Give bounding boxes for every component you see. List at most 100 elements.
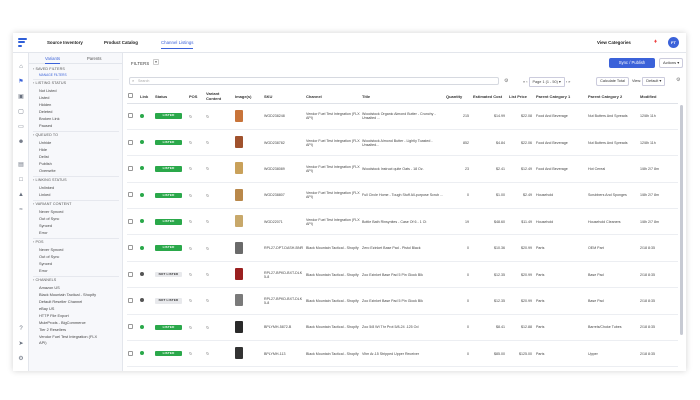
product-thumbnail[interactable]	[234, 208, 263, 236]
col-parent-category-2[interactable]: Parent Category 2	[587, 90, 639, 104]
filter-vc-error[interactable]: Error	[39, 230, 48, 235]
variant-content-sync-icon[interactable]: ↻	[205, 155, 234, 183]
col-list-price[interactable]: List Price	[508, 90, 535, 104]
tab-product-catalog[interactable]: Product Catalog	[104, 40, 138, 45]
filter-publish[interactable]: Publish	[39, 161, 52, 166]
product-thumbnail[interactable]	[234, 129, 263, 157]
filter-channel-default-reseller[interactable]: Default Reseller Channel	[39, 299, 82, 304]
filter-unhide[interactable]: Unhide	[39, 140, 51, 145]
product-thumbnail[interactable]	[234, 340, 263, 368]
manage-filters-link[interactable]: MANAGE FILTERS	[39, 73, 67, 77]
product-thumbnail[interactable]	[234, 287, 263, 315]
variant-content-sync-icon[interactable]: ↻	[205, 314, 234, 342]
variant-content-sync-icon[interactable]: ↻	[205, 182, 234, 210]
row-checkbox[interactable]	[127, 155, 139, 183]
filter-channel-black-mountain[interactable]: Black Mountain Tactical - Shopify	[39, 292, 96, 297]
col-status[interactable]: Status	[154, 90, 188, 104]
table-row[interactable]: LISTED ↻ ↻ WGD22071 Vendor Fuel Test Integra…	[127, 208, 678, 236]
channels-heading[interactable]: › CHANNELS	[33, 278, 56, 282]
pos-sync-icon[interactable]: ↻	[188, 155, 205, 183]
help-icon[interactable]: ?	[17, 326, 25, 333]
filter-hide[interactable]: Hide	[39, 147, 47, 152]
tab-channel-listings[interactable]: Channel Listings	[161, 40, 194, 49]
filter-vc-synced[interactable]: Synced	[39, 223, 52, 228]
table-row[interactable]: LISTED ↻ ↻ RPL27-DPT-DASH-BNR Black Mountain…	[127, 234, 678, 262]
filter-pos-error[interactable]: Error	[39, 268, 48, 273]
row-checkbox[interactable]	[127, 287, 139, 315]
pos-sync-icon[interactable]: ↻	[188, 314, 205, 342]
queued-to-heading[interactable]: › QUEUED TO	[33, 133, 58, 137]
search-input[interactable]: ⌕ Search	[129, 77, 499, 85]
row-checkbox[interactable]	[127, 261, 139, 289]
table-row[interactable]: LISTED ↻ ↻ WGD238807 Vendor Fuel Test Integr…	[127, 182, 678, 210]
settings-gear-icon[interactable]: ⚙	[17, 356, 25, 363]
col-modified[interactable]: Modified	[639, 90, 678, 104]
filter-vc-never-synced[interactable]: Never Synced	[39, 209, 63, 214]
col-quantity[interactable]: Quantity	[445, 90, 472, 104]
col-estimated-cost[interactable]: Estimated Cost	[472, 90, 508, 104]
table-settings-gear-icon[interactable]: ⚙	[676, 77, 680, 83]
layers-icon[interactable]: ▭	[17, 124, 25, 131]
pos-sync-icon[interactable]: ↻	[188, 261, 205, 289]
app-logo-icon[interactable]	[18, 38, 27, 48]
table-row[interactable]: LISTED ↻ ↻ WGD238089 Vendor Fuel Test Integr…	[127, 155, 678, 183]
row-checkbox[interactable]	[127, 314, 139, 342]
pos-sync-icon[interactable]: ↻	[188, 129, 205, 157]
col-images[interactable]: Image(s)	[234, 90, 263, 104]
row-checkbox[interactable]	[127, 340, 139, 368]
variant-content-sync-icon[interactable]: ↻	[205, 366, 234, 371]
page-select[interactable]: Page 1 (1 - 50) ▾	[528, 77, 565, 87]
notification-bell-icon[interactable]: ♦	[654, 39, 660, 46]
listing-status-heading[interactable]: › LISTING STATUS	[33, 81, 66, 85]
pos-sync-icon[interactable]: ↻	[188, 287, 205, 315]
col-variant-content[interactable]: Variant Content	[205, 90, 234, 104]
filter-channel-muleprods[interactable]: MuleProds - BigCommerce	[39, 320, 86, 325]
col-channel[interactable]: Channel	[305, 90, 361, 104]
pos-sync-icon[interactable]: ↻	[188, 182, 205, 210]
tab-source-inventory[interactable]: Source Inventory	[47, 40, 83, 45]
table-scrollbar[interactable]	[680, 105, 683, 335]
filter-channel-http-export[interactable]: HTTP File Export	[39, 313, 69, 318]
pos-sync-icon[interactable]: ↻	[188, 208, 205, 236]
variant-content-sync-icon[interactable]: ↻	[205, 287, 234, 315]
filters-dropdown-icon[interactable]: ▾	[153, 59, 159, 65]
row-checkbox[interactable]	[127, 103, 139, 130]
select-all-checkbox[interactable]	[127, 90, 139, 104]
table-row[interactable]: NOT LISTED ↻ ↻ RPL27-BPKD-BXT-DLK 5-8 Black …	[127, 287, 678, 315]
filter-pos-synced[interactable]: Synced	[39, 261, 52, 266]
row-checkbox[interactable]	[127, 182, 139, 210]
tag-icon[interactable]: ⚑	[17, 79, 25, 86]
avatar[interactable]: FT	[668, 37, 679, 48]
product-thumbnail[interactable]	[234, 155, 263, 183]
row-checkbox[interactable]	[127, 366, 139, 371]
users-icon[interactable]: ☻	[17, 139, 25, 146]
col-parent-category-1[interactable]: Parent Category 1	[535, 90, 587, 104]
filter-channel-amazon[interactable]: Amazon US	[39, 285, 60, 290]
home-icon[interactable]: ⌂	[17, 64, 25, 71]
table-row[interactable]: LISTED ↻ ↻ BPLYMH-113 Black Mountain Tactica…	[127, 340, 678, 368]
truck-icon[interactable]: ▣	[17, 94, 25, 101]
pos-heading[interactable]: › POS	[33, 240, 44, 244]
file-icon[interactable]: □	[17, 177, 25, 184]
row-checkbox[interactable]	[127, 129, 139, 157]
product-thumbnail[interactable]	[234, 366, 263, 371]
col-pos[interactable]: POS	[188, 90, 205, 104]
filters-label[interactable]: FILTERS	[131, 61, 149, 66]
view-categories-link[interactable]: View Categories	[597, 40, 631, 45]
filter-unlinked[interactable]: Unlinked	[39, 185, 54, 190]
table-row[interactable]: LISTED ↻ ↻ WGD238782 Vendor Fuel Test Integr…	[127, 129, 678, 157]
search-settings-gear-icon[interactable]: ⚙	[504, 78, 508, 84]
product-thumbnail[interactable]	[234, 182, 263, 210]
filter-deleted[interactable]: Deleted	[39, 109, 52, 114]
filter-vc-out-of-sync[interactable]: Out of Sync	[39, 216, 59, 221]
variant-content-sync-icon[interactable]: ↻	[205, 103, 234, 130]
variant-content-sync-icon[interactable]: ↻	[205, 234, 234, 262]
variant-content-heading[interactable]: › VARIANT CONTENT	[33, 202, 71, 206]
last-page-icon[interactable]: »	[568, 80, 570, 84]
variant-content-sync-icon[interactable]: ↻	[205, 261, 234, 289]
pos-sync-icon[interactable]: ↻	[188, 103, 205, 130]
filter-not-listed[interactable]: Not Listed	[39, 88, 57, 93]
table-row[interactable]: NOT LISTED ↻ ↻ RPL27-BPKD-BXT-DLK 5-8 Black …	[127, 261, 678, 289]
table-row[interactable]: LISTED ↻ ↻ WGD238248 Vendor Fuel Test Integr…	[127, 103, 678, 130]
view-dropdown[interactable]: Default ▾	[642, 77, 666, 86]
